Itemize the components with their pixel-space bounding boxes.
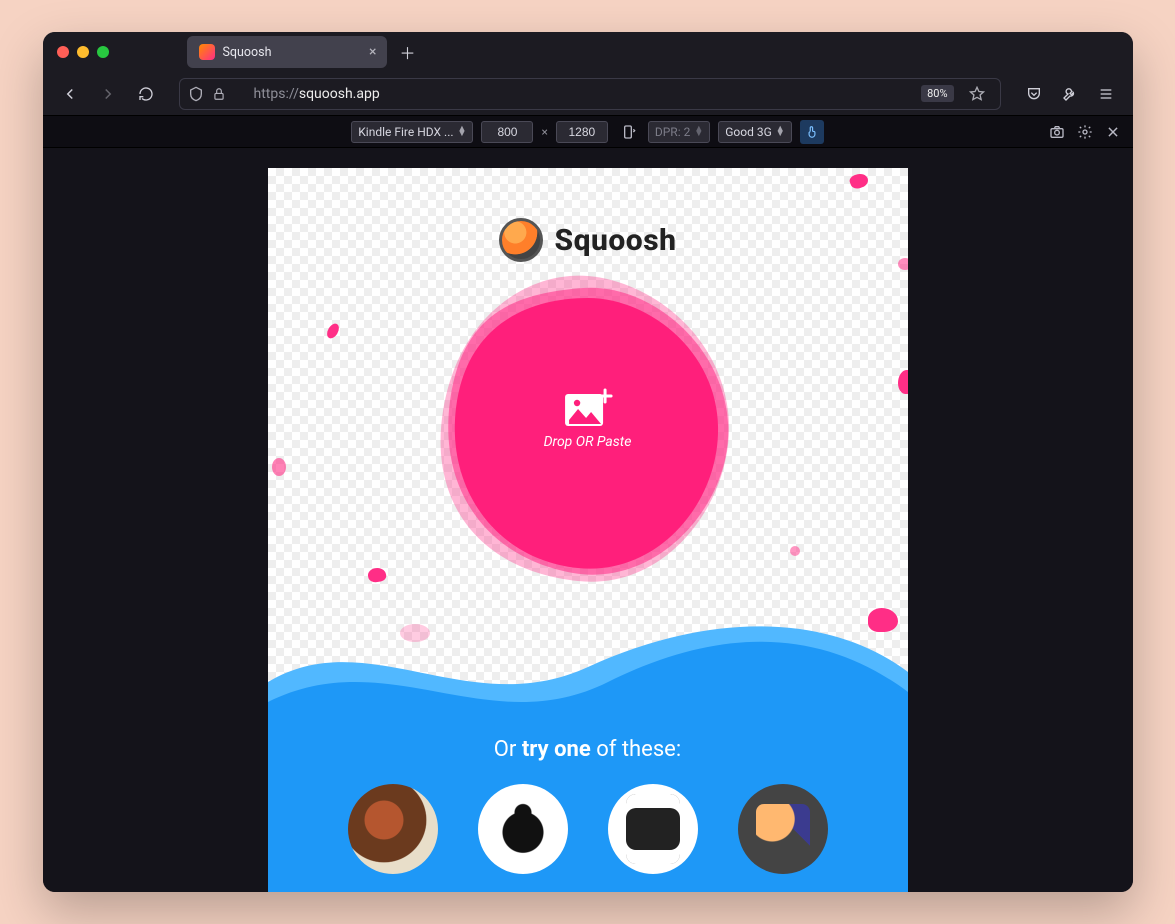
select-chevron-icon: ▲▼ — [694, 127, 703, 137]
titlebar: Squoosh × ＋ — [43, 32, 1133, 72]
drop-target-inner: Drop OR Paste — [544, 388, 632, 450]
app-menu-button[interactable] — [1091, 79, 1121, 109]
sample-thumb-device[interactable] — [608, 784, 698, 874]
lock-icon[interactable] — [212, 87, 226, 101]
simulated-viewport: Squoosh — [268, 168, 908, 892]
squoosh-logo-icon — [499, 218, 543, 262]
responsive-design-bar: Kindle Fire HDX ... ▲▼ × DPR: 2 ▲▼ Good … — [43, 116, 1133, 148]
window-close-button[interactable] — [57, 46, 69, 58]
dpr-select[interactable]: DPR: 2 ▲▼ — [648, 121, 710, 143]
sample-section: Or try one of these: — [268, 702, 908, 892]
tab-close-button[interactable]: × — [369, 45, 376, 59]
sample-thumb-artwork[interactable] — [478, 784, 568, 874]
app-logo: Squoosh — [268, 218, 908, 262]
dimension-separator: × — [541, 125, 547, 139]
image-add-icon — [564, 388, 612, 428]
sample-thumbs — [268, 784, 908, 874]
select-chevron-icon: ▲▼ — [458, 127, 467, 137]
tab-title: Squoosh — [223, 45, 272, 60]
tab-favicon — [199, 44, 215, 60]
pocket-button[interactable] — [1019, 79, 1049, 109]
select-chevron-icon: ▲▼ — [776, 127, 785, 137]
bookmark-star-button[interactable] — [962, 79, 992, 109]
device-select[interactable]: Kindle Fire HDX ... ▲▼ — [351, 121, 473, 143]
forward-button[interactable] — [93, 79, 123, 109]
browser-window: Squoosh × ＋ https://squoosh.app 80 — [43, 32, 1133, 892]
touch-simulation-button[interactable] — [800, 120, 824, 144]
url-bar[interactable]: https://squoosh.app 80% — [179, 78, 1001, 110]
browser-tab[interactable]: Squoosh × — [187, 36, 387, 68]
sample-thumb-photo[interactable] — [348, 784, 438, 874]
zoom-badge[interactable]: 80% — [921, 85, 953, 102]
window-minimize-button[interactable] — [77, 46, 89, 58]
url-text: https://squoosh.app — [254, 86, 914, 102]
window-controls — [57, 46, 109, 58]
window-zoom-button[interactable] — [97, 46, 109, 58]
toolbar-right — [1019, 79, 1121, 109]
sample-heading: Or try one of these: — [268, 737, 908, 762]
toolbar: https://squoosh.app 80% — [43, 72, 1133, 116]
rdm-settings-button[interactable] — [1073, 120, 1097, 144]
rotate-viewport-button[interactable] — [616, 120, 640, 144]
new-tab-button[interactable]: ＋ — [393, 37, 423, 67]
reload-button[interactable] — [131, 79, 161, 109]
drop-label: Drop OR Paste — [544, 434, 632, 450]
screenshot-button[interactable] — [1045, 120, 1069, 144]
drop-target[interactable]: Drop OR Paste — [438, 276, 738, 586]
throttle-select[interactable]: Good 3G ▲▼ — [718, 121, 791, 143]
viewport-height-input[interactable] — [556, 121, 608, 143]
sample-thumb-icon[interactable] — [738, 784, 828, 874]
viewport-area: Squoosh — [43, 148, 1133, 892]
app-title: Squoosh — [555, 223, 677, 258]
close-rdm-button[interactable] — [1101, 120, 1125, 144]
tracking-shield-icon[interactable] — [188, 86, 204, 102]
back-button[interactable] — [55, 79, 85, 109]
devtools-wrench-button[interactable] — [1055, 79, 1085, 109]
tab-strip: Squoosh × ＋ — [187, 36, 423, 68]
viewport-width-input[interactable] — [481, 121, 533, 143]
